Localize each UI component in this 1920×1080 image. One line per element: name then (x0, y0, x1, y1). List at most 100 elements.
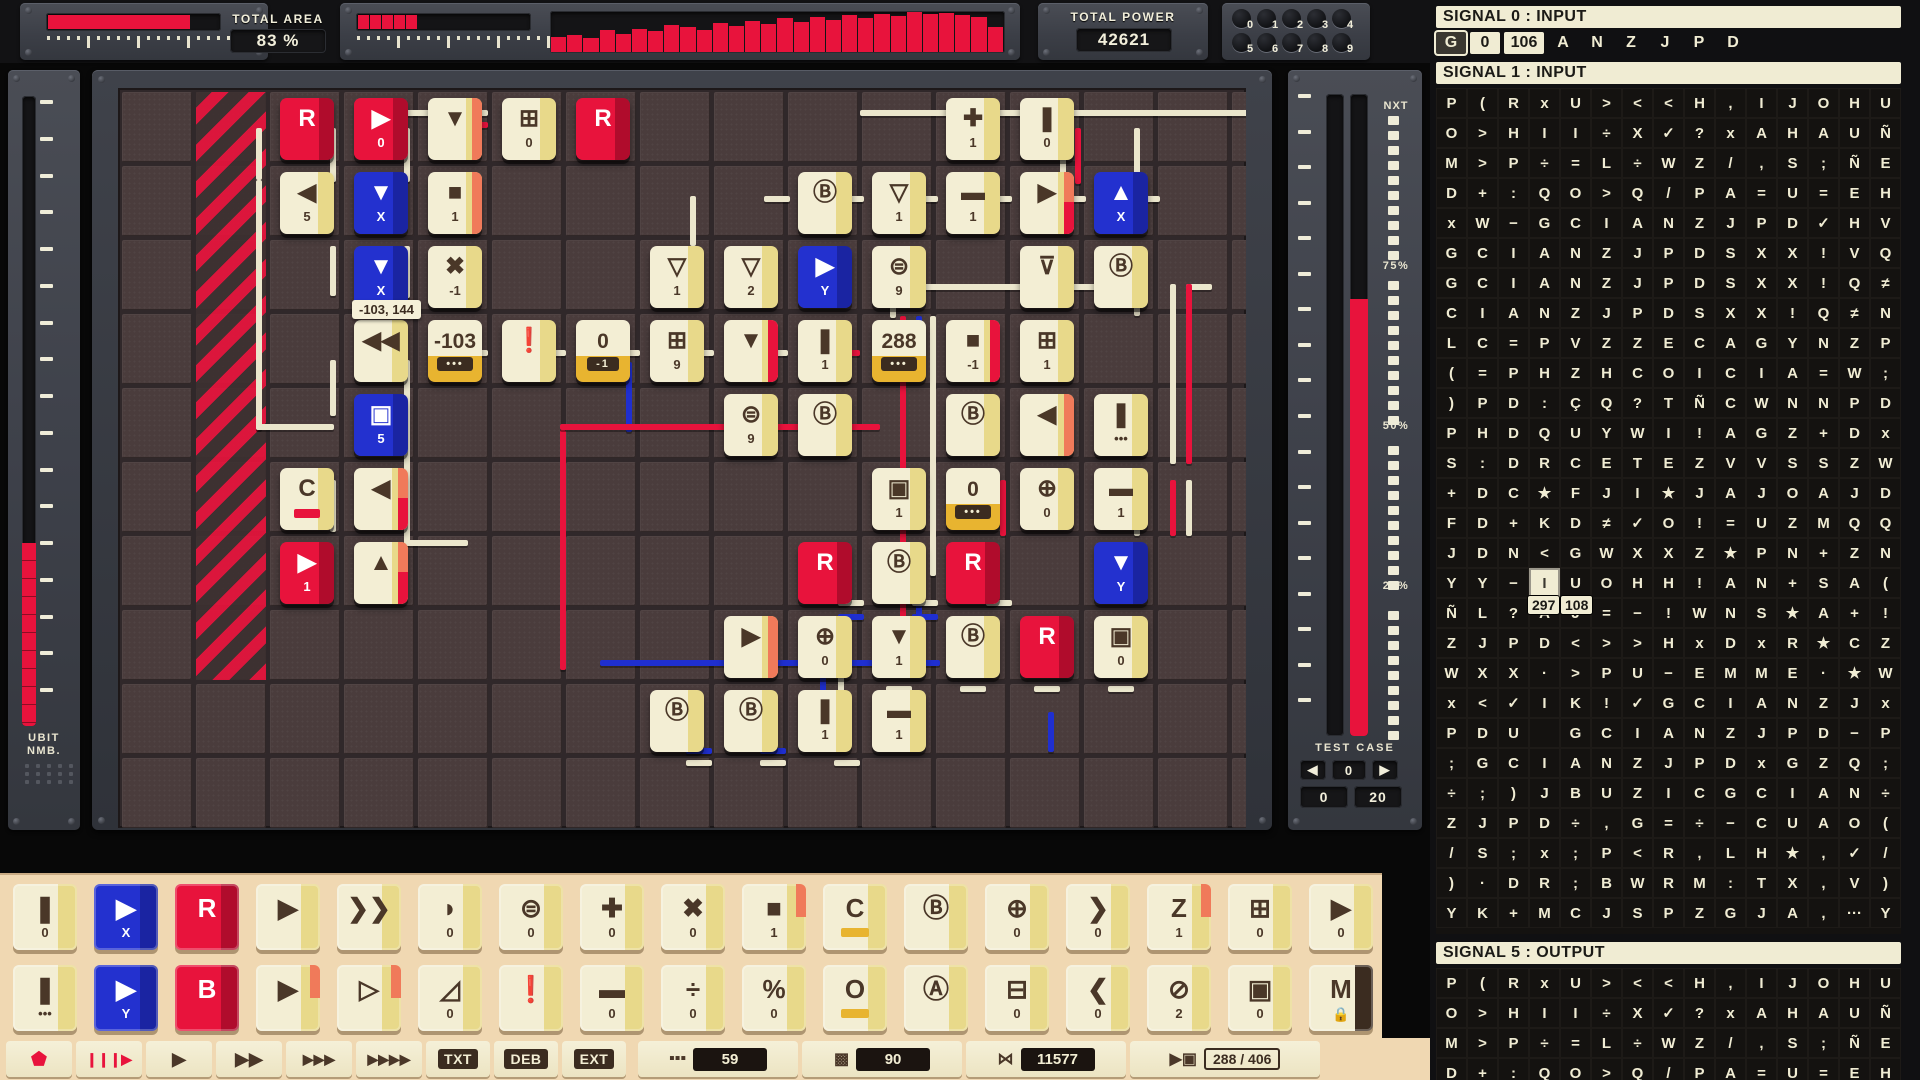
ubit-slider-track[interactable] (22, 96, 36, 726)
signal-cell[interactable]: ) (1436, 868, 1467, 898)
signal-cell[interactable] (1529, 718, 1560, 748)
signal-cell[interactable]: O (1560, 1058, 1591, 1080)
signal-token-7[interactable]: P (1684, 32, 1714, 54)
signal-cell[interactable]: O (1839, 808, 1870, 838)
signal-cell[interactable]: Z (1622, 328, 1653, 358)
circuit-node[interactable]: ⊞9 (650, 320, 704, 382)
board-cell[interactable] (1232, 536, 1246, 606)
circuit-node[interactable]: Ⓑ (946, 616, 1000, 678)
signal-cell[interactable]: Q (1529, 418, 1560, 448)
signal-cell[interactable]: O (1653, 358, 1684, 388)
board-cell[interactable] (122, 166, 192, 236)
signal-cell[interactable]: ★ (1777, 838, 1808, 868)
circuit-node[interactable]: ▬1 (1094, 468, 1148, 530)
signal-cell[interactable]: U (1560, 968, 1591, 998)
signal-cell[interactable]: F (1560, 478, 1591, 508)
circuit-node[interactable]: ◀5 (280, 172, 334, 234)
board-cell[interactable] (492, 684, 562, 754)
signal-cell[interactable]: W (1870, 448, 1901, 478)
signal-cell[interactable]: W (1591, 538, 1622, 568)
secondary-slider-track[interactable] (1326, 94, 1344, 736)
signal-cell[interactable]: E (1839, 178, 1870, 208)
signal-cell[interactable]: X (1777, 268, 1808, 298)
signal-cell[interactable]: D (1498, 448, 1529, 478)
signal-cell[interactable]: U (1591, 778, 1622, 808)
signal-cell[interactable]: + (1498, 898, 1529, 928)
signal-cell[interactable]: A (1777, 898, 1808, 928)
board-cell[interactable] (1158, 388, 1228, 458)
board-cell[interactable] (566, 684, 636, 754)
multiply-node[interactable]: ✖0 (661, 884, 725, 950)
palette-slot-1-13[interactable]: ❮0 (1059, 960, 1137, 1036)
signal-cell[interactable]: ✓ (1498, 688, 1529, 718)
signal-cell[interactable]: Z (1560, 298, 1591, 328)
signal-cell[interactable]: = (1808, 358, 1839, 388)
signal-cell[interactable]: Ñ (1436, 598, 1467, 628)
palette-slot-1-7[interactable]: ▬0 (573, 960, 651, 1036)
circuit-node[interactable]: ▣0 (1094, 616, 1148, 678)
signal-cell[interactable]: ; (1560, 868, 1591, 898)
board-cell[interactable] (122, 536, 192, 606)
signal-cell[interactable]: A (1715, 1058, 1746, 1080)
signal-cell[interactable]: A (1808, 778, 1839, 808)
signal-cell[interactable]: Q (1839, 268, 1870, 298)
board-cell[interactable] (1232, 610, 1246, 680)
circuit-node[interactable]: ❚1 (798, 690, 852, 752)
palette-slot-1-12[interactable]: ⊟0 (978, 960, 1056, 1036)
signal-cell[interactable]: N (1808, 388, 1839, 418)
deb-button[interactable]: DEB (494, 1041, 558, 1077)
signal-cell[interactable]: S (1808, 448, 1839, 478)
grid-node[interactable]: ⊞0 (1228, 884, 1292, 950)
circuit-node[interactable]: ▼X (354, 172, 408, 234)
signal-cell[interactable]: N (1653, 208, 1684, 238)
signal-cell[interactable]: H (1498, 118, 1529, 148)
signal-cell[interactable]: A (1746, 998, 1777, 1028)
board-cell[interactable] (566, 462, 636, 532)
signal-cell[interactable]: ! (1870, 598, 1901, 628)
signal-cell[interactable]: P (1870, 718, 1901, 748)
signal-cell[interactable]: S (1684, 298, 1715, 328)
circuit-node[interactable]: ▶1 (280, 542, 334, 604)
signal-cell[interactable]: U (1839, 998, 1870, 1028)
signal-cell[interactable]: + (1777, 568, 1808, 598)
signal-cell[interactable]: P (1622, 298, 1653, 328)
signal-cell[interactable]: ÷ (1436, 778, 1467, 808)
board-cell[interactable] (122, 462, 192, 532)
signal-cell[interactable]: Y (1591, 418, 1622, 448)
signal-cell[interactable]: O (1808, 968, 1839, 998)
signal-cell[interactable]: G (1467, 748, 1498, 778)
signal-cell[interactable]: − (1839, 718, 1870, 748)
signal-cell[interactable]: ? (1684, 118, 1715, 148)
signal-cell[interactable]: · (1808, 658, 1839, 688)
board-cell[interactable] (492, 610, 562, 680)
signal-cell[interactable]: ? (1622, 388, 1653, 418)
signal-cell[interactable]: = (1808, 178, 1839, 208)
palette-slot-0-1[interactable]: ▶X (87, 879, 165, 955)
board-cell[interactable] (196, 684, 266, 754)
signal-cell[interactable]: ÷ (1622, 148, 1653, 178)
signal-cell[interactable]: D (1870, 388, 1901, 418)
signal-cell[interactable]: ★ (1529, 478, 1560, 508)
signal-cell[interactable]: H (1529, 358, 1560, 388)
signal-cell[interactable]: ★ (1839, 658, 1870, 688)
signal-cell[interactable]: ≠ (1870, 268, 1901, 298)
signal-cell[interactable]: S (1436, 448, 1467, 478)
signal-cell[interactable]: S (1777, 448, 1808, 478)
signal-cell[interactable]: Z (1622, 748, 1653, 778)
signal-cell[interactable]: P (1467, 388, 1498, 418)
signal-cell[interactable]: O (1777, 478, 1808, 508)
signal-cell[interactable]: Z (1591, 238, 1622, 268)
cycles-stat[interactable]: ▪▪▪59 (638, 1041, 798, 1077)
signal-cell[interactable]: Z (1777, 508, 1808, 538)
signal-cell[interactable]: D (1653, 298, 1684, 328)
signal-cell[interactable]: C (1746, 808, 1777, 838)
progress-stat[interactable]: ▶▣288 / 406 (1130, 1041, 1320, 1077)
signal-cell[interactable]: L (1591, 1028, 1622, 1058)
signal-cell[interactable]: R (1529, 448, 1560, 478)
palette-slot-0-14[interactable]: Z1 (1140, 879, 1218, 955)
signal-cell[interactable]: P (1870, 328, 1901, 358)
board-cell[interactable] (640, 388, 710, 458)
signal-cell[interactable]: D (1715, 628, 1746, 658)
board-cell[interactable] (566, 536, 636, 606)
signal-cell[interactable]: M (1436, 148, 1467, 178)
